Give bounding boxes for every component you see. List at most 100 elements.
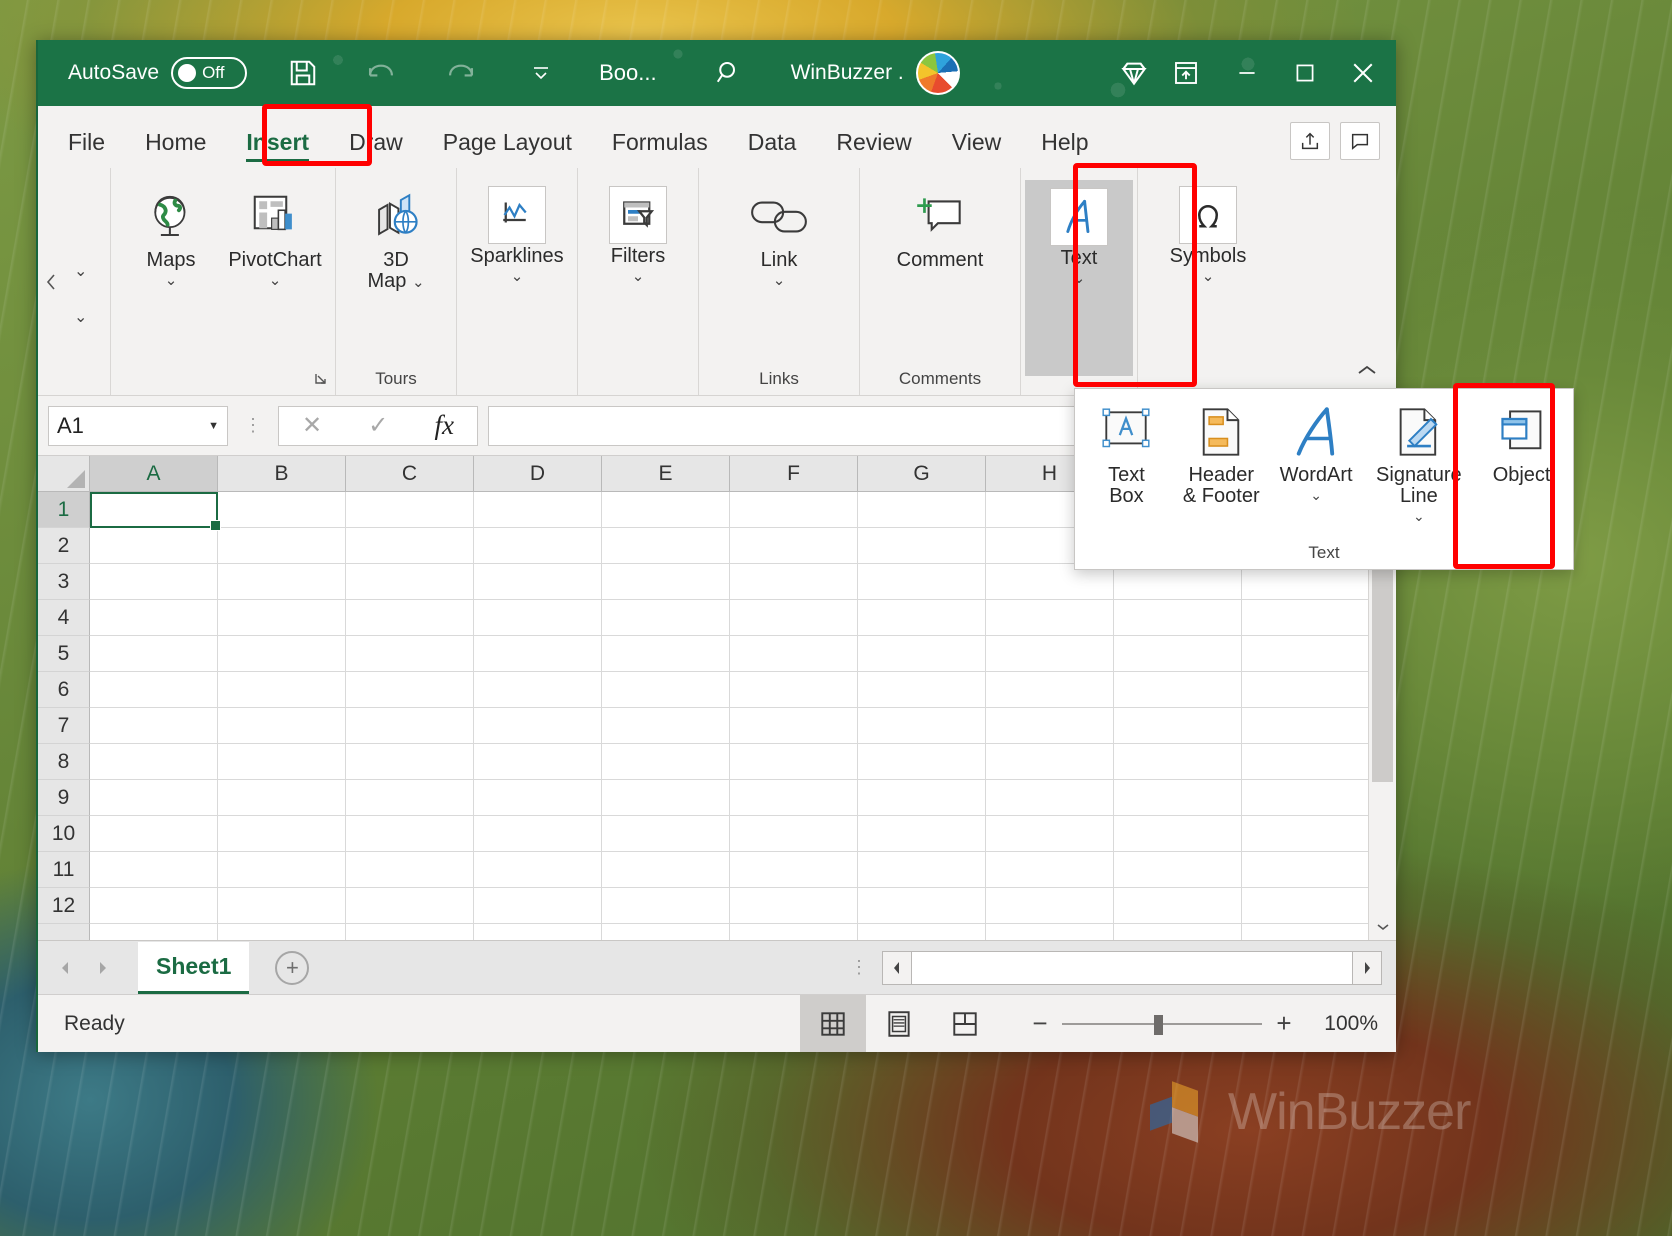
cell-e3[interactable]: [602, 564, 730, 600]
ribbon-display-options-icon[interactable]: [1160, 47, 1212, 99]
cell-f3[interactable]: [730, 564, 858, 600]
undo-icon[interactable]: [355, 47, 407, 99]
cell-a7[interactable]: [90, 708, 218, 744]
minimize-icon[interactable]: [1218, 40, 1276, 106]
cell-d3[interactable]: [474, 564, 602, 600]
cell-g9[interactable]: [858, 780, 986, 816]
filters-caret-icon[interactable]: ⌄: [632, 269, 645, 284]
pivotchart-caret-icon[interactable]: ⌄: [269, 273, 282, 288]
cell-g5[interactable]: [858, 636, 986, 672]
normal-view-button[interactable]: [800, 995, 866, 1052]
text-caret-icon[interactable]: ⌄: [1073, 271, 1086, 286]
cell-a1[interactable]: [90, 492, 218, 528]
cell-g6[interactable]: [858, 672, 986, 708]
symbols-button[interactable]: Symbols ⌄: [1148, 180, 1268, 290]
cell-i9[interactable]: [1114, 780, 1242, 816]
cell-c8[interactable]: [346, 744, 474, 780]
column-header-g[interactable]: G: [858, 456, 986, 492]
tab-page-layout[interactable]: Page Layout: [423, 131, 592, 168]
cell-d2[interactable]: [474, 528, 602, 564]
cell-e11[interactable]: [602, 852, 730, 888]
cell-j6[interactable]: [1242, 672, 1368, 708]
tab-insert[interactable]: Insert: [226, 131, 329, 168]
link-button[interactable]: Link ⌄: [709, 180, 849, 294]
cell-b10[interactable]: [218, 816, 346, 852]
cell-h11[interactable]: [986, 852, 1114, 888]
cell-a11[interactable]: [90, 852, 218, 888]
cell-b7[interactable]: [218, 708, 346, 744]
cell-a12[interactable]: [90, 888, 218, 924]
sparklines-button[interactable]: Sparklines ⌄: [467, 180, 567, 290]
cell-i10[interactable]: [1114, 816, 1242, 852]
cell-i13[interactable]: [1114, 924, 1242, 940]
row-header-10[interactable]: 10: [38, 816, 90, 852]
link-caret-icon[interactable]: ⌄: [773, 273, 786, 288]
cell-b1[interactable]: [218, 492, 346, 528]
cell-j12[interactable]: [1242, 888, 1368, 924]
tab-help[interactable]: Help: [1021, 131, 1108, 168]
cell-f10[interactable]: [730, 816, 858, 852]
cell-i7[interactable]: [1114, 708, 1242, 744]
cell-e10[interactable]: [602, 816, 730, 852]
cell-e7[interactable]: [602, 708, 730, 744]
insert-function-fx-icon[interactable]: fx: [434, 410, 454, 441]
zoom-slider[interactable]: [1062, 1015, 1262, 1033]
cell-f13[interactable]: [730, 924, 858, 940]
pivotchart-button[interactable]: PivotChart ⌄: [225, 180, 325, 294]
cell-e12[interactable]: [602, 888, 730, 924]
charts-dialog-launcher-icon[interactable]: [313, 371, 329, 391]
cell-e1[interactable]: [602, 492, 730, 528]
signature-line-caret-icon[interactable]: ⌄: [1413, 509, 1425, 523]
cell-d9[interactable]: [474, 780, 602, 816]
cell-g3[interactable]: [858, 564, 986, 600]
redo-icon[interactable]: [435, 47, 487, 99]
cell-d1[interactable]: [474, 492, 602, 528]
maps-button[interactable]: Maps ⌄: [121, 180, 221, 294]
row-header-3[interactable]: 3: [38, 564, 90, 600]
cell-h9[interactable]: [986, 780, 1114, 816]
cell-b13[interactable]: [218, 924, 346, 940]
cell-e9[interactable]: [602, 780, 730, 816]
tab-view[interactable]: View: [932, 131, 1021, 168]
cell-g10[interactable]: [858, 816, 986, 852]
cell-f12[interactable]: [730, 888, 858, 924]
scroll-right-icon[interactable]: [1352, 951, 1382, 985]
cell-f6[interactable]: [730, 672, 858, 708]
filters-button[interactable]: Filters ⌄: [588, 180, 688, 290]
tab-home[interactable]: Home: [125, 131, 226, 168]
share-icon[interactable]: [1290, 122, 1330, 160]
horizontal-scrollbar[interactable]: [882, 951, 1382, 985]
select-all-corner[interactable]: [38, 456, 90, 492]
previous-sheet-icon[interactable]: [48, 951, 82, 985]
cell-d10[interactable]: [474, 816, 602, 852]
cell-b11[interactable]: [218, 852, 346, 888]
cell-d6[interactable]: [474, 672, 602, 708]
cell-b6[interactable]: [218, 672, 346, 708]
cell-g11[interactable]: [858, 852, 986, 888]
cell-j4[interactable]: [1242, 600, 1368, 636]
name-box-chevron-down-icon[interactable]: ▼: [208, 420, 219, 432]
cell-c9[interactable]: [346, 780, 474, 816]
cell-e13[interactable]: [602, 924, 730, 940]
zoom-percentage[interactable]: 100%: [1306, 1012, 1396, 1036]
cell-f11[interactable]: [730, 852, 858, 888]
cell-j5[interactable]: [1242, 636, 1368, 672]
column-header-a[interactable]: A: [90, 456, 218, 492]
scroll-left-icon[interactable]: [882, 951, 912, 985]
cell-a3[interactable]: [90, 564, 218, 600]
cell-b8[interactable]: [218, 744, 346, 780]
cell-j13[interactable]: [1242, 924, 1368, 940]
cell-g7[interactable]: [858, 708, 986, 744]
cell-g12[interactable]: [858, 888, 986, 924]
wordart-item[interactable]: WordArt ⌄: [1269, 397, 1364, 506]
page-break-preview-view-button[interactable]: [932, 995, 998, 1052]
cell-f4[interactable]: [730, 600, 858, 636]
cell-i8[interactable]: [1114, 744, 1242, 780]
cell-d7[interactable]: [474, 708, 602, 744]
zoom-in-button[interactable]: +: [1262, 1008, 1306, 1039]
search-icon[interactable]: [703, 47, 755, 99]
cell-e5[interactable]: [602, 636, 730, 672]
avatar[interactable]: [916, 51, 960, 95]
cell-c10[interactable]: [346, 816, 474, 852]
row-header-1[interactable]: 1: [38, 492, 90, 528]
